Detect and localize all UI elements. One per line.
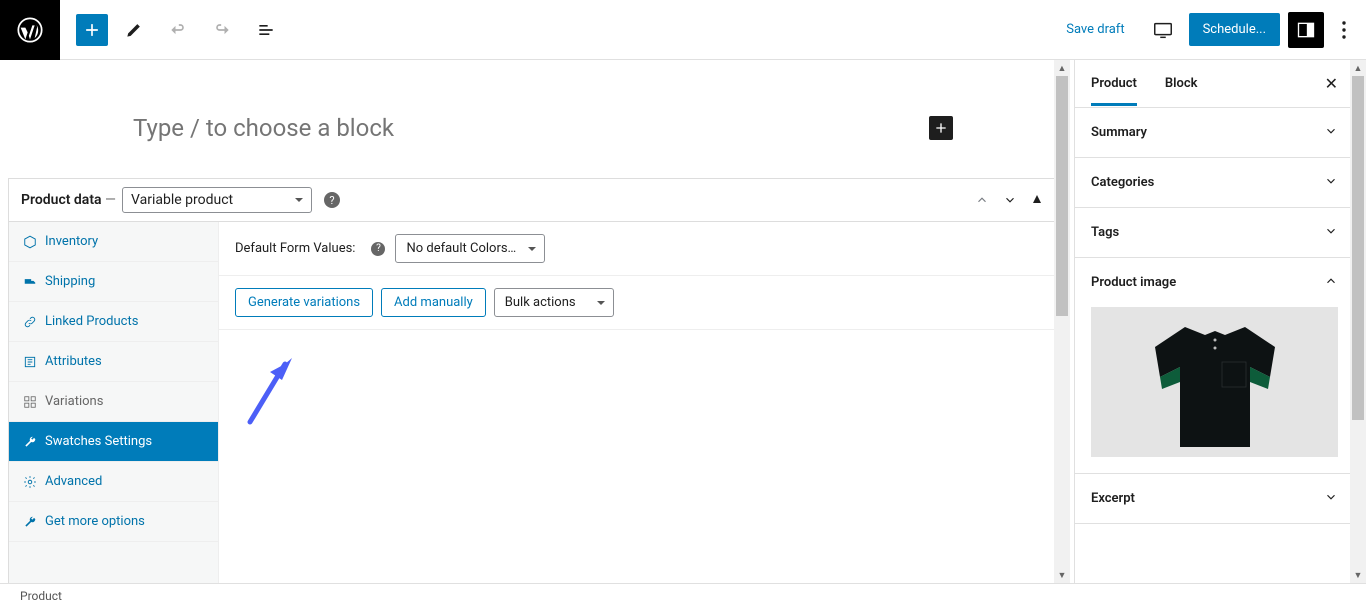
product-type-select[interactable]: Variable product [122,187,312,213]
scroll-down-icon[interactable]: ▼ [1054,567,1070,583]
metabox-down-icon[interactable] [1003,193,1017,207]
gear-icon [23,475,37,489]
panel-tags[interactable]: Tags [1075,208,1354,258]
tab-attributes[interactable]: Attributes [9,342,218,382]
wrench-icon [23,515,37,529]
schedule-button[interactable]: Schedule... [1189,13,1280,46]
settings-sidebar: Product Block ✕ Summary Categories Tags … [1074,60,1354,583]
panel-excerpt[interactable]: Excerpt [1075,474,1354,524]
panel-summary[interactable]: Summary [1075,108,1354,158]
block-placeholder: Type / to choose a block [133,114,394,142]
metabox-up-icon[interactable] [975,193,989,207]
save-draft-button[interactable]: Save draft [1054,14,1136,45]
footer-breadcrumb: Product [0,583,1366,607]
metabox-body: Inventory Shipping Linked Products Attri… [9,222,1057,583]
chevron-up-icon [1324,274,1338,291]
default-form-label: Default Form Values: [235,241,355,256]
preview-button[interactable] [1145,12,1181,48]
metabox-panel: Default Form Values: ? No default Colors… [219,222,1057,583]
product-image-thumbnail[interactable] [1091,307,1338,457]
metabox-tabs: Inventory Shipping Linked Products Attri… [9,222,219,583]
scroll-up-icon[interactable]: ▲ [1054,60,1070,76]
scroll-down-icon[interactable]: ▼ [1350,567,1366,583]
tab-advanced[interactable]: Advanced [9,462,218,502]
edit-mode-button[interactable] [116,12,152,48]
tab-linked-products[interactable]: Linked Products [9,302,218,342]
wrench-icon [23,435,37,449]
bulk-actions-select[interactable]: Bulk actions [494,288,614,317]
variations-icon [23,395,37,409]
tab-inventory[interactable]: Inventory [9,222,218,262]
sidebar-tab-block[interactable]: Block [1165,62,1198,105]
tab-variations[interactable]: Variations [9,382,218,422]
toolbar-left [60,12,284,48]
sidebar-scrollbar[interactable]: ▲ ▼ [1350,60,1366,583]
link-icon [23,315,37,329]
scroll-up-icon[interactable]: ▲ [1350,60,1366,76]
metabox-collapse-icon[interactable] [1031,193,1045,207]
shipping-icon [23,275,37,289]
tab-shipping[interactable]: Shipping [9,262,218,302]
breadcrumb-item[interactable]: Product [20,589,62,603]
help-icon[interactable]: ? [324,192,340,208]
product-data-metabox: Product data — Variable product ? [8,178,1058,583]
chevron-down-icon [1324,124,1338,141]
add-manually-button[interactable]: Add manually [381,288,486,317]
undo-button[interactable] [160,12,196,48]
row-variations-actions: Generate variations Add manually Bulk ac… [219,276,1057,330]
row-default-form-values: Default Form Values: ? No default Colors… [219,222,1057,276]
chevron-down-icon [1324,490,1338,507]
chevron-down-icon [1324,174,1338,191]
settings-toggle-button[interactable] [1288,12,1324,48]
panel-product-image[interactable]: Product image [1075,258,1354,307]
product-image-panel [1075,307,1354,474]
document-overview-button[interactable] [248,12,284,48]
sidebar-tab-product[interactable]: Product [1091,62,1137,105]
editor-scrollbar[interactable]: ▲ ▼ [1054,60,1070,583]
chevron-down-icon [1324,224,1338,241]
editor-canvas: Type / to choose a block Product data — … [0,60,1066,583]
tab-get-more-options[interactable]: Get more options [9,502,218,542]
metabox-toggles [975,193,1045,207]
toolbar-right: Save draft Schedule... [1054,12,1366,48]
inventory-icon [23,235,37,249]
top-toolbar: Save draft Schedule... [0,0,1366,60]
redo-button[interactable] [204,12,240,48]
close-icon[interactable]: ✕ [1325,74,1338,93]
sidebar-tabs: Product Block ✕ [1075,60,1354,108]
options-button[interactable] [1332,12,1356,48]
tab-swatches-settings[interactable]: Swatches Settings [9,422,218,462]
wordpress-logo[interactable] [0,0,60,60]
default-colors-select[interactable]: No default Colors… [395,234,545,263]
metabox-header: Product data — Variable product ? [9,179,1057,222]
panel-categories[interactable]: Categories [1075,158,1354,208]
block-prompt[interactable]: Type / to choose a block [113,60,953,178]
block-appender-button[interactable] [929,116,953,140]
metabox-title: Product data — [21,192,116,208]
generate-variations-button[interactable]: Generate variations [235,288,373,317]
help-icon[interactable]: ? [371,242,385,256]
add-block-button[interactable] [76,14,108,46]
attributes-icon [23,355,37,369]
